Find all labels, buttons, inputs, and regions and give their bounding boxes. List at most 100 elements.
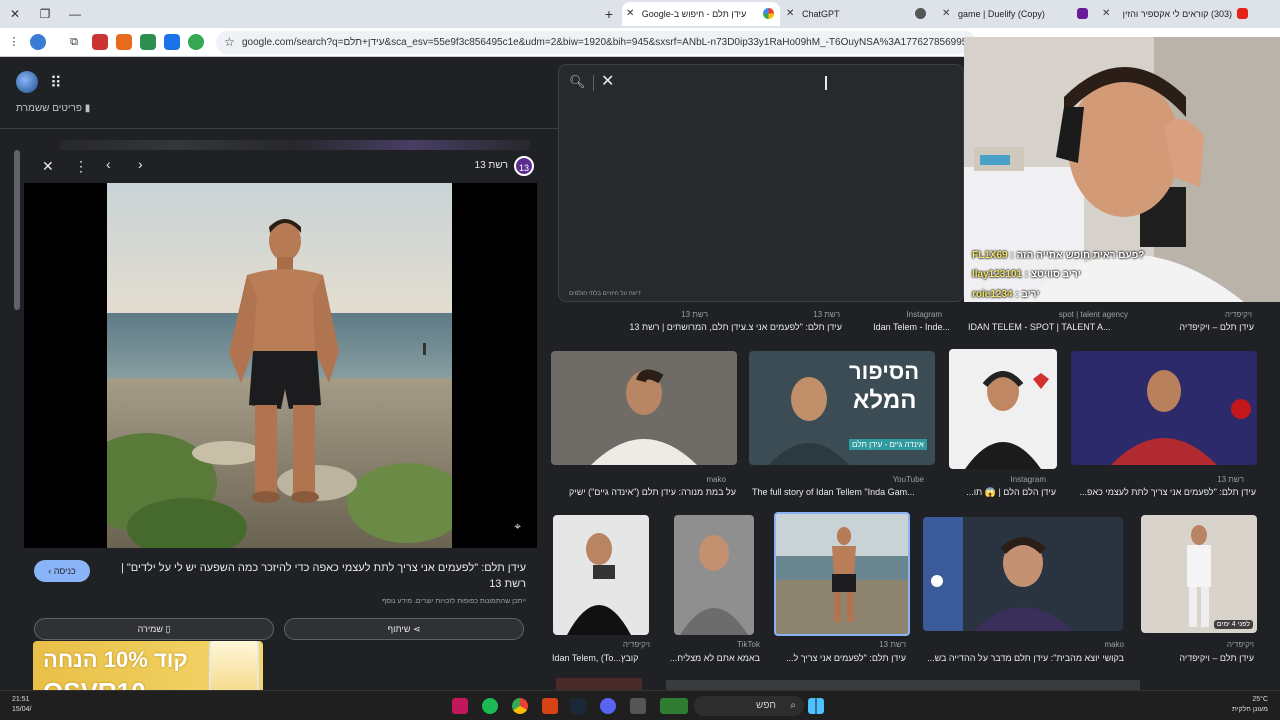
menu-icon[interactable]: ⋮ bbox=[6, 34, 22, 50]
search-icon[interactable]: 🔍︎ bbox=[569, 74, 586, 90]
tab-close-icon[interactable]: ✕ bbox=[626, 2, 634, 26]
tab-close-icon[interactable]: ✕ bbox=[786, 2, 794, 26]
app-icon[interactable] bbox=[452, 698, 468, 714]
result-title[interactable]: על במת מנורה: עידן תלם ("אינדה גיים") יש… bbox=[552, 487, 736, 497]
minimize-window-icon[interactable]: — bbox=[66, 5, 84, 23]
profile-icon[interactable] bbox=[30, 34, 46, 50]
image-caption[interactable]: עידן תלם: "לפעמים אני צריך לתת לעצמי כאפ… bbox=[114, 560, 526, 592]
search-label: חפש bbox=[756, 700, 776, 711]
result-title[interactable]: The full story of Idan Tellem "Inda Gam.… bbox=[752, 487, 928, 497]
spotify-icon[interactable] bbox=[482, 698, 498, 714]
man-with-camera bbox=[567, 533, 631, 635]
result-thumbnail[interactable] bbox=[1071, 351, 1257, 465]
bookmark-icon: ▯ bbox=[165, 624, 171, 634]
extension-icon[interactable] bbox=[188, 34, 204, 50]
result-thumbnail-selected[interactable] bbox=[774, 512, 910, 636]
result-source: רשת 13 bbox=[681, 310, 708, 319]
result-thumbnail[interactable] bbox=[666, 680, 1140, 690]
save-button[interactable]: שמירה ▯ bbox=[34, 618, 274, 640]
result-thumbnail[interactable] bbox=[551, 351, 737, 465]
app-icon[interactable] bbox=[630, 698, 646, 714]
more-options-icon[interactable]: ⋮ bbox=[74, 158, 88, 175]
discord-icon[interactable] bbox=[600, 698, 616, 714]
extension-icon[interactable] bbox=[116, 34, 132, 50]
result-title[interactable]: עידן תלם – ויקיפדיה bbox=[1150, 322, 1254, 332]
tab-title: עידן תלם - חיפוש ב-Google bbox=[641, 9, 747, 19]
clock-date: 15/04/ bbox=[12, 706, 32, 713]
chrome-icon[interactable] bbox=[512, 698, 528, 714]
windows-start-icon[interactable] bbox=[808, 698, 824, 714]
result-title[interactable]: Idan Telem, (To...קובץ bbox=[552, 653, 650, 663]
result-source: spot | talent agency bbox=[1058, 310, 1128, 319]
visit-button[interactable]: ‹ כניסה bbox=[34, 560, 90, 582]
extension-icon[interactable] bbox=[164, 34, 180, 50]
result-title[interactable]: עידן תלם, המרושתים | רשת 13 bbox=[556, 322, 746, 332]
beach-scene bbox=[107, 183, 452, 548]
main-image[interactable]: ⌖ bbox=[24, 183, 537, 548]
tab-close-icon[interactable]: ✕ bbox=[1102, 2, 1110, 26]
result-thumbnail[interactable] bbox=[923, 517, 1123, 631]
text-cursor-icon bbox=[825, 76, 827, 90]
result-thumbnail[interactable]: לפני 4 ימים bbox=[1141, 515, 1257, 633]
clear-search-icon[interactable]: ✕ bbox=[601, 71, 614, 91]
widget-icon[interactable] bbox=[660, 698, 688, 714]
scrollbar[interactable] bbox=[14, 150, 20, 310]
result-thumbnail[interactable] bbox=[674, 515, 754, 635]
result-source: רשת 13 bbox=[879, 640, 906, 649]
extensions-icon[interactable]: ⧉ bbox=[66, 34, 82, 50]
share-button[interactable]: שיתוף ⋖ bbox=[284, 618, 524, 640]
result-title[interactable]: עידן הלם הלם | 😱 תו... bbox=[950, 487, 1056, 498]
tab-youtube[interactable]: ✕ (303) קוראים לי אקספיר והזין bbox=[1098, 2, 1254, 26]
tab-duelify[interactable]: ✕ game | Duelify (Copy) bbox=[938, 2, 1094, 26]
result-source: Instagram bbox=[1010, 475, 1046, 484]
search-overlay[interactable]: 🔍︎ ✕ דיווח על חיזויים בלתי הולמים bbox=[558, 64, 964, 302]
google-apps-icon[interactable]: ⠿ bbox=[50, 73, 62, 93]
close-window-icon[interactable]: ✕ bbox=[6, 5, 24, 23]
copyright-note[interactable]: ייתכן שהתמונות כפופות לזכויות יוצרים. מי… bbox=[194, 598, 526, 605]
report-predictions-link[interactable]: דיווח על חיזויים בלתי הולמים bbox=[569, 291, 641, 297]
steam-icon[interactable] bbox=[570, 698, 586, 714]
saved-items-link[interactable]: פריטים ששמרת ▮ bbox=[16, 103, 90, 114]
address-bar[interactable]: ☆ google.com/search?q=עידן+תלם&sca_esv=5… bbox=[216, 31, 976, 54]
extension-icon[interactable] bbox=[140, 34, 156, 50]
result-source: רשת 13 bbox=[813, 310, 840, 319]
temperature: 25°C bbox=[1252, 696, 1268, 703]
result-thumbnail[interactable] bbox=[556, 678, 642, 690]
result-title[interactable]: עידן תלם: "לפעמים אני צ... bbox=[740, 322, 842, 332]
result-title[interactable]: IDAN TELEM - SPOT | TALENT A... bbox=[968, 322, 1128, 332]
extension-icon[interactable] bbox=[92, 34, 108, 50]
lens-search-icon[interactable]: ⌖ bbox=[514, 519, 521, 534]
restore-window-icon[interactable]: ❐ bbox=[36, 5, 54, 23]
close-viewer-icon[interactable]: ✕ bbox=[42, 158, 54, 175]
clock[interactable]: 21:51 15/04/ bbox=[12, 695, 31, 715]
url-text: google.com/search?q=עידן+תלם&sca_esv=55e… bbox=[242, 37, 976, 48]
result-title[interactable]: בקושי יוצא מהבית": עידן תלם מדבר על ההדי… bbox=[924, 653, 1124, 663]
poster-title-1: הסיפור bbox=[849, 359, 920, 384]
share-icon: ⋖ bbox=[412, 624, 421, 634]
result-title[interactable]: עידן תלם: "לפעמים אני צריך לתת לעצמי כאפ… bbox=[1072, 487, 1257, 497]
taskbar-search[interactable]: חפש ⌕ bbox=[694, 696, 804, 716]
tab-chatgpt[interactable]: ✕ ChatGPT bbox=[782, 2, 932, 26]
divider bbox=[593, 75, 594, 91]
result-title[interactable]: Idan Telem - Inde... bbox=[856, 322, 950, 332]
result-thumbnail[interactable] bbox=[553, 515, 649, 635]
weather-widget[interactable]: 25°C מעונן חלקית bbox=[1232, 695, 1268, 715]
promo-discount-text: קוד 10% הנחה bbox=[43, 647, 188, 672]
result-thumbnail[interactable] bbox=[949, 349, 1057, 469]
clock-time: 21:51 bbox=[12, 696, 30, 703]
result-title[interactable]: עידן תלם – ויקיפדיה bbox=[1150, 653, 1254, 663]
man-with-headphones bbox=[965, 371, 1049, 469]
tab-google-search[interactable]: ✕ עידן תלם - חיפוש ב-Google bbox=[622, 2, 780, 26]
result-title[interactable]: עידן תלם: "לפעמים אני צריך ל... bbox=[778, 653, 906, 663]
app-icon[interactable] bbox=[542, 698, 558, 714]
account-avatar[interactable] bbox=[16, 71, 38, 93]
bookmark-star-icon[interactable]: ☆ bbox=[224, 31, 235, 54]
result-thumbnail[interactable]: הסיפור המלא אינדה גיים - עידן תלם bbox=[749, 351, 935, 465]
previous-image-icon[interactable]: ‹ bbox=[106, 156, 111, 172]
result-title[interactable]: באמא אתם לא מצליח... bbox=[664, 653, 760, 663]
chat-message: roie1234 : יריב bbox=[972, 289, 1040, 300]
tab-close-icon[interactable]: ✕ bbox=[942, 2, 950, 26]
next-image-icon[interactable]: › bbox=[138, 156, 143, 172]
new-tab-button[interactable]: + bbox=[600, 5, 618, 23]
chat-user: Ilay123101 bbox=[972, 269, 1023, 280]
